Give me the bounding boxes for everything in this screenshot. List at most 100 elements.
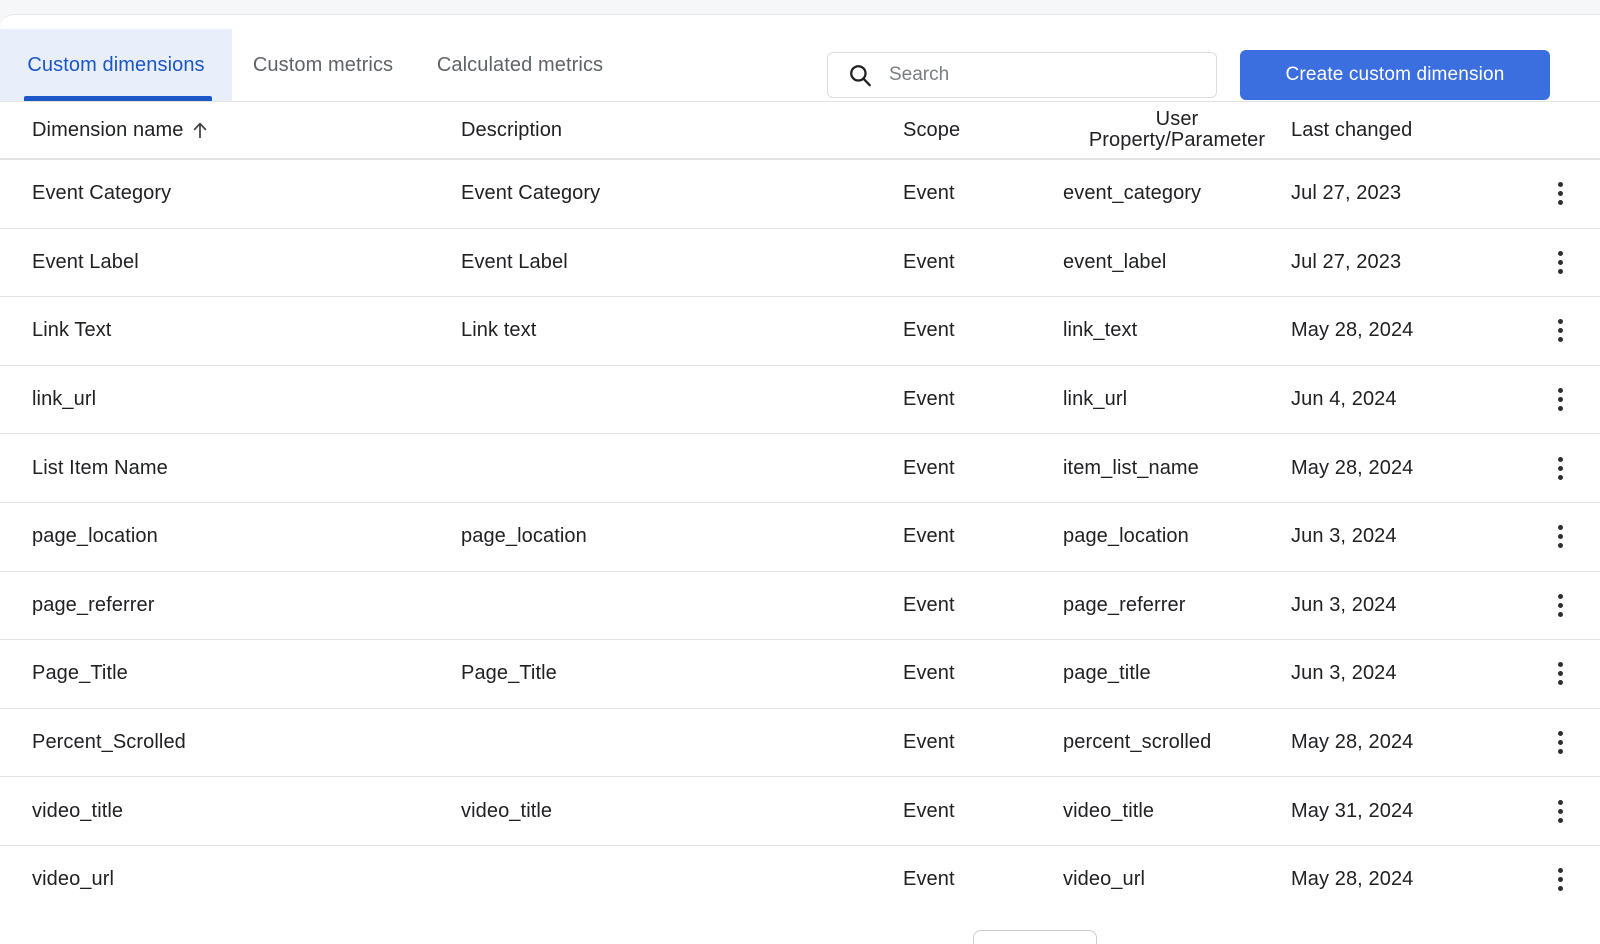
column-header-last-changed[interactable]: Last changed bbox=[1291, 119, 1521, 142]
search-icon bbox=[850, 65, 871, 87]
more-vert-icon[interactable] bbox=[1545, 384, 1577, 416]
table-row[interactable]: Page_Title Page_Title Event page_title Jun 3… bbox=[0, 639, 1600, 708]
column-header-user-property-parameter[interactable]: User Property/Parameter bbox=[1063, 109, 1291, 151]
cell-dimension-name: Link Text bbox=[32, 319, 112, 342]
tab-custom-dimensions-label: Custom dimensions bbox=[27, 53, 205, 76]
arrow-up-icon bbox=[194, 122, 207, 138]
cell-dimension-name: Event Category bbox=[32, 182, 172, 205]
tab-custom-metrics[interactable]: Custom metrics bbox=[232, 29, 414, 101]
more-vert-icon[interactable] bbox=[1545, 315, 1577, 347]
row-actions-cell bbox=[1521, 178, 1600, 210]
cell-dimension-name: video_title bbox=[32, 799, 124, 822]
cell-last-changed: Jul 27, 2023 bbox=[1291, 182, 1402, 205]
column-header-dimension-name[interactable]: Dimension name bbox=[0, 119, 461, 142]
row-actions-cell bbox=[1521, 795, 1600, 827]
row-actions-cell bbox=[1521, 727, 1600, 759]
cell-parameter: video_title bbox=[1063, 799, 1155, 822]
table-row[interactable]: link_url Event link_url Jun 4, 2024 bbox=[0, 364, 1600, 434]
column-header-description[interactable]: Description bbox=[461, 119, 903, 142]
cell-last-changed: Jul 27, 2023 bbox=[1291, 250, 1402, 273]
table-row[interactable]: video_url Event video_url May 28, 2024 bbox=[0, 844, 1600, 914]
table-row[interactable]: page_referrer Event page_referrer Jun 3, 20… bbox=[0, 570, 1600, 640]
cell-parameter: page_referrer bbox=[1063, 593, 1186, 616]
cell-parameter: link_url bbox=[1063, 388, 1128, 411]
more-vert-icon[interactable] bbox=[1545, 727, 1577, 759]
cell-scope: Event bbox=[903, 456, 955, 479]
table-row[interactable]: Event Label Event Label Event event_label Ju… bbox=[0, 227, 1600, 297]
content-card: Custom dimensions Custom metrics Calcula… bbox=[0, 14, 1600, 944]
column-header-parameter-line1: User bbox=[1155, 108, 1199, 130]
cell-dimension-name: List Item Name bbox=[32, 456, 168, 479]
column-header-scope[interactable]: Scope bbox=[903, 119, 1063, 142]
tab-custom-dimensions[interactable]: Custom dimensions bbox=[0, 29, 232, 101]
cell-scope: Event bbox=[903, 250, 955, 273]
row-actions-cell bbox=[1521, 315, 1600, 347]
cell-scope: Event bbox=[903, 662, 955, 685]
tab-custom-metrics-label: Custom metrics bbox=[252, 53, 394, 76]
toolbar: Custom dimensions Custom metrics Calcula… bbox=[0, 15, 1600, 101]
table-row[interactable]: Link Text Link text Event link_text May 28, … bbox=[0, 296, 1600, 365]
cell-description: Event Label bbox=[461, 250, 568, 273]
cell-last-changed: Jun 4, 2024 bbox=[1291, 388, 1397, 411]
cell-parameter: percent_scrolled bbox=[1063, 731, 1212, 754]
cell-dimension-name: link_url bbox=[32, 388, 97, 411]
create-custom-dimension-button[interactable]: Create custom dimension bbox=[1240, 50, 1550, 100]
row-actions-cell bbox=[1521, 864, 1600, 896]
table-row[interactable]: page_location page_location Event page_loca… bbox=[0, 501, 1600, 571]
table-row[interactable]: Event Category Event Category Event event_c… bbox=[0, 159, 1600, 228]
cell-last-changed: Jun 3, 2024 bbox=[1291, 525, 1397, 548]
table-body: Event Category Event Category Event event_c… bbox=[0, 159, 1600, 914]
cell-last-changed: May 31, 2024 bbox=[1291, 799, 1414, 822]
cell-scope: Event bbox=[903, 388, 955, 411]
cell-dimension-name: Page_Title bbox=[32, 662, 128, 685]
more-vert-icon[interactable] bbox=[1545, 246, 1577, 278]
column-header-parameter-line2: Property/Parameter bbox=[1088, 129, 1266, 151]
cell-scope: Event bbox=[903, 868, 955, 891]
row-actions-cell bbox=[1521, 452, 1600, 484]
column-header-dimension-name-label: Dimension name bbox=[32, 118, 184, 141]
cell-description: video_title bbox=[461, 799, 553, 822]
table-header-row: Dimension name Description Scope User Pr… bbox=[0, 101, 1600, 159]
cell-scope: Event bbox=[903, 182, 955, 205]
cell-scope: Event bbox=[903, 731, 955, 754]
cell-parameter: video_url bbox=[1063, 868, 1146, 891]
cell-last-changed: May 28, 2024 bbox=[1291, 319, 1414, 342]
more-vert-icon[interactable] bbox=[1545, 795, 1577, 827]
cell-description: page_location bbox=[461, 525, 587, 548]
custom-dimensions-table: Dimension name Description Scope User Pr… bbox=[0, 101, 1600, 914]
cell-description: Page_Title bbox=[461, 662, 557, 685]
table-row[interactable]: video_title video_title Event video_title Ma… bbox=[0, 776, 1600, 845]
row-actions-cell bbox=[1521, 589, 1600, 621]
search-input[interactable] bbox=[889, 64, 1179, 86]
row-actions-cell bbox=[1521, 384, 1600, 416]
more-vert-icon[interactable] bbox=[1545, 452, 1577, 484]
cell-last-changed: May 28, 2024 bbox=[1291, 868, 1414, 891]
cell-description: Event Category bbox=[461, 182, 601, 205]
more-vert-icon[interactable] bbox=[1545, 864, 1577, 896]
table-row[interactable]: Percent_Scrolled Event percent_scrolled May… bbox=[0, 707, 1600, 777]
more-vert-icon[interactable] bbox=[1545, 521, 1577, 553]
row-actions-cell bbox=[1521, 658, 1600, 690]
cell-last-changed: Jun 3, 2024 bbox=[1291, 662, 1397, 685]
cell-scope: Event bbox=[903, 319, 955, 342]
tab-calculated-metrics-label: Calculated metrics bbox=[436, 53, 604, 76]
pagination-control[interactable] bbox=[973, 930, 1097, 944]
cell-parameter: page_title bbox=[1063, 662, 1151, 685]
more-vert-icon[interactable] bbox=[1545, 658, 1577, 690]
tab-calculated-metrics[interactable]: Calculated metrics bbox=[414, 29, 626, 101]
custom-definitions-page: Custom dimensions Custom metrics Calcula… bbox=[0, 0, 1600, 944]
search-box[interactable] bbox=[827, 52, 1217, 98]
cell-parameter: event_label bbox=[1063, 250, 1167, 273]
cell-scope: Event bbox=[903, 799, 955, 822]
cell-dimension-name: page_referrer bbox=[32, 593, 155, 616]
table-row[interactable]: List Item Name Event item_list_name May 28,… bbox=[0, 433, 1600, 502]
cell-parameter: event_category bbox=[1063, 182, 1202, 205]
more-vert-icon[interactable] bbox=[1545, 178, 1577, 210]
more-vert-icon[interactable] bbox=[1545, 589, 1577, 621]
cell-last-changed: May 28, 2024 bbox=[1291, 456, 1414, 479]
cell-dimension-name: Event Label bbox=[32, 250, 139, 273]
cell-parameter: link_text bbox=[1063, 319, 1138, 342]
row-actions-cell bbox=[1521, 521, 1600, 553]
cell-scope: Event bbox=[903, 525, 955, 548]
tab-bar: Custom dimensions Custom metrics Calcula… bbox=[0, 29, 626, 101]
